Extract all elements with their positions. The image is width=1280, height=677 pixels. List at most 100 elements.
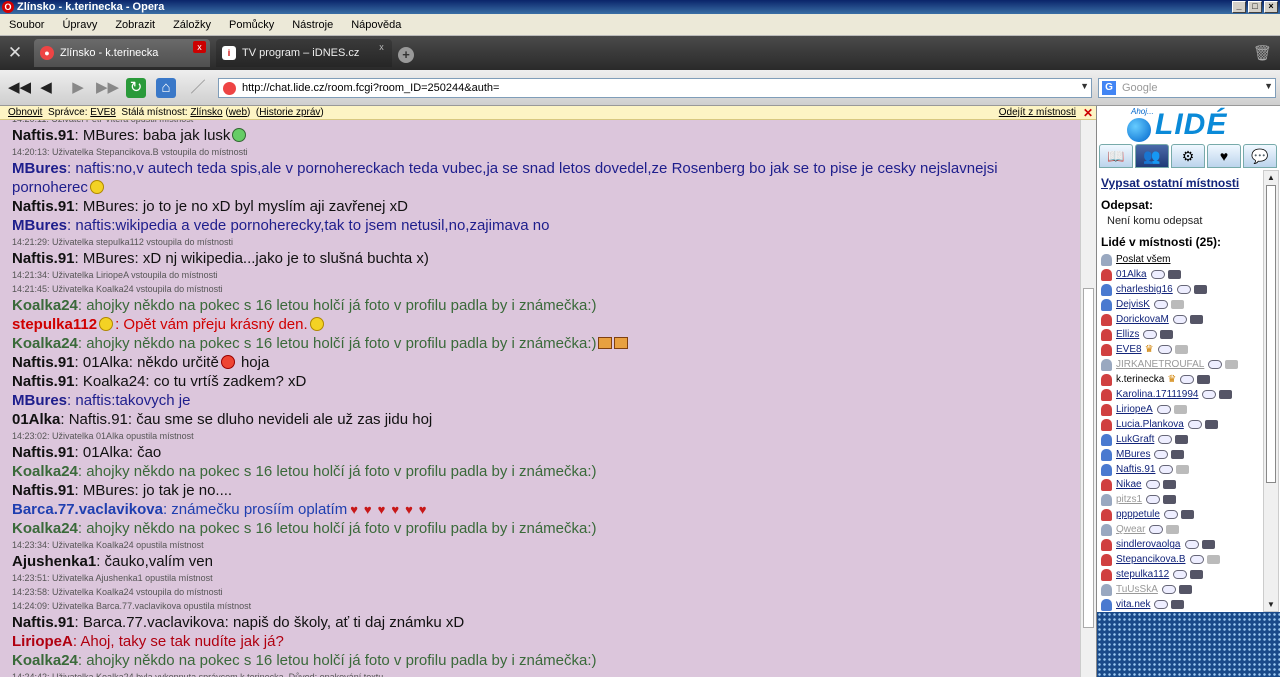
tools-icon[interactable]: ✕ bbox=[4, 43, 26, 63]
user-item[interactable]: Qwear bbox=[1101, 522, 1263, 537]
message-nick[interactable]: Ajushenka1 bbox=[12, 553, 96, 570]
user-item[interactable]: Naftis.91 bbox=[1101, 462, 1263, 477]
user-item[interactable]: Karolina.17111994 bbox=[1101, 387, 1263, 402]
scroll-up-icon[interactable]: ▲ bbox=[1267, 173, 1275, 182]
trash-icon[interactable]: 🗑 bbox=[1253, 44, 1272, 62]
message-nick[interactable]: Naftis.91 bbox=[12, 198, 75, 215]
search-field[interactable]: G Google ▼ bbox=[1098, 78, 1276, 98]
user-name[interactable]: Naftis.91 bbox=[1116, 462, 1155, 477]
forward-icon[interactable]: ▶ bbox=[68, 78, 88, 98]
user-name[interactable]: k.terinecka bbox=[1116, 372, 1164, 387]
message-nick[interactable]: stepulka112 bbox=[12, 316, 97, 333]
user-item[interactable]: Lucia.Plankova bbox=[1101, 417, 1263, 432]
message-nick[interactable]: Koalka24 bbox=[12, 652, 78, 669]
menu-file[interactable]: Soubor bbox=[0, 19, 53, 31]
send-all-item[interactable]: Poslat všem bbox=[1101, 252, 1263, 267]
user-item[interactable]: DejvisK bbox=[1101, 297, 1263, 312]
settings-tab-icon[interactable]: ⚙ bbox=[1171, 144, 1205, 168]
user-item[interactable]: k.terinecka ♛ bbox=[1101, 372, 1263, 387]
message-bubble-icon[interactable] bbox=[1184, 540, 1199, 549]
user-item[interactable]: Stepancikova.B bbox=[1101, 552, 1263, 567]
message-nick[interactable]: 01Alka bbox=[12, 411, 60, 428]
chat-scrollbar[interactable] bbox=[1080, 120, 1096, 677]
menu-tools[interactable]: Nástroje bbox=[283, 19, 342, 31]
message-nick[interactable]: Koalka24 bbox=[12, 520, 78, 537]
menu-edit[interactable]: Úpravy bbox=[53, 19, 106, 31]
user-item[interactable]: vita.nek bbox=[1101, 597, 1263, 612]
user-item[interactable]: sindlerovaolga bbox=[1101, 537, 1263, 552]
user-name[interactable]: MBures bbox=[1116, 447, 1150, 462]
message-bubble-icon[interactable] bbox=[1172, 315, 1187, 324]
panel-scrollbar[interactable]: ▲ ▼ bbox=[1263, 170, 1279, 612]
camera-icon[interactable] bbox=[1204, 420, 1218, 429]
new-tab-icon[interactable]: + bbox=[398, 47, 414, 63]
message-bubble-icon[interactable] bbox=[1173, 570, 1188, 579]
message-bubble-icon[interactable] bbox=[1189, 555, 1204, 564]
message-bubble-icon[interactable] bbox=[1154, 450, 1169, 459]
message-nick[interactable]: MBures bbox=[12, 160, 67, 177]
camera-icon[interactable] bbox=[1163, 495, 1177, 504]
user-name[interactable]: DejvisK bbox=[1116, 297, 1150, 312]
user-name[interactable]: EVE8 bbox=[1116, 342, 1142, 357]
user-item[interactable]: TuUsSkA bbox=[1101, 582, 1263, 597]
user-name[interactable]: charlesbig16 bbox=[1116, 282, 1173, 297]
message-bubble-icon[interactable] bbox=[1149, 525, 1164, 534]
user-item[interactable]: Ellizs bbox=[1101, 327, 1263, 342]
user-name[interactable]: LiriopeA bbox=[1116, 402, 1153, 417]
user-item[interactable]: EVE8 ♛ bbox=[1101, 342, 1263, 357]
user-item[interactable]: MBures bbox=[1101, 447, 1263, 462]
message-nick[interactable]: Naftis.91 bbox=[12, 614, 75, 631]
message-bubble-icon[interactable] bbox=[1176, 285, 1191, 294]
camera-icon[interactable] bbox=[1190, 570, 1204, 579]
leave-room-icon[interactable]: ✕ bbox=[1083, 106, 1093, 120]
user-name[interactable]: pitzs1 bbox=[1116, 492, 1142, 507]
room-link[interactable]: Zlínsko bbox=[190, 107, 222, 118]
camera-icon[interactable] bbox=[1162, 480, 1176, 489]
camera-icon[interactable] bbox=[1225, 360, 1239, 369]
minimize-button[interactable]: _ bbox=[1232, 1, 1246, 13]
user-name[interactable]: 01Alka bbox=[1116, 267, 1147, 282]
address-bar[interactable]: http://chat.lide.cz/room.fcgi?room_ID=25… bbox=[218, 78, 1092, 98]
user-name[interactable]: vita.nek bbox=[1116, 597, 1150, 612]
camera-icon[interactable] bbox=[1197, 375, 1211, 384]
message-nick[interactable]: Naftis.91 bbox=[12, 250, 75, 267]
camera-icon[interactable] bbox=[1180, 510, 1194, 519]
user-name[interactable]: LukGraft bbox=[1116, 432, 1154, 447]
address-dropdown-icon[interactable]: ▼ bbox=[1080, 81, 1089, 91]
camera-icon[interactable] bbox=[1167, 270, 1181, 279]
camera-icon[interactable] bbox=[1171, 600, 1185, 609]
message-bubble-icon[interactable] bbox=[1157, 345, 1172, 354]
camera-icon[interactable] bbox=[1189, 315, 1203, 324]
user-name[interactable]: sindlerovaolga bbox=[1116, 537, 1181, 552]
book-tab-icon[interactable]: 📖 bbox=[1099, 144, 1133, 168]
people-tab-icon[interactable]: 👥 bbox=[1135, 144, 1169, 168]
message-nick[interactable]: Naftis.91 bbox=[12, 373, 75, 390]
message-bubble-icon[interactable] bbox=[1153, 300, 1168, 309]
home-icon[interactable]: ⌂ bbox=[156, 78, 176, 98]
chat-scrollbar-thumb[interactable] bbox=[1083, 288, 1094, 628]
user-item[interactable]: 01Alka bbox=[1101, 267, 1263, 282]
message-bubble-icon[interactable] bbox=[1180, 375, 1195, 384]
message-bubble-icon[interactable] bbox=[1161, 585, 1176, 594]
chat-tab-icon[interactable]: 💬 bbox=[1243, 144, 1277, 168]
user-name[interactable]: JIRKANETROUFAL bbox=[1116, 357, 1204, 372]
message-bubble-icon[interactable] bbox=[1202, 390, 1217, 399]
admin-link[interactable]: EVE8 bbox=[90, 107, 116, 118]
search-dropdown-icon[interactable]: ▼ bbox=[1264, 81, 1273, 91]
menu-help[interactable]: Nápověda bbox=[342, 19, 410, 31]
user-item[interactable]: LiriopeA bbox=[1101, 402, 1263, 417]
camera-icon[interactable] bbox=[1193, 285, 1207, 294]
send-all-link[interactable]: Poslat všem bbox=[1116, 252, 1170, 267]
camera-icon[interactable] bbox=[1176, 465, 1190, 474]
user-item[interactable]: ppppetule bbox=[1101, 507, 1263, 522]
user-name[interactable]: TuUsSkA bbox=[1116, 582, 1158, 597]
message-nick[interactable]: Barca.77.vaclavikova bbox=[12, 501, 163, 518]
camera-icon[interactable] bbox=[1173, 405, 1187, 414]
user-item[interactable]: pitzs1 bbox=[1101, 492, 1263, 507]
message-bubble-icon[interactable] bbox=[1187, 420, 1202, 429]
message-bubble-icon[interactable] bbox=[1150, 270, 1165, 279]
message-nick[interactable]: Koalka24 bbox=[12, 335, 78, 352]
message-nick[interactable]: MBures bbox=[12, 217, 67, 234]
menu-view[interactable]: Zobrazit bbox=[106, 19, 164, 31]
camera-icon[interactable] bbox=[1178, 585, 1192, 594]
